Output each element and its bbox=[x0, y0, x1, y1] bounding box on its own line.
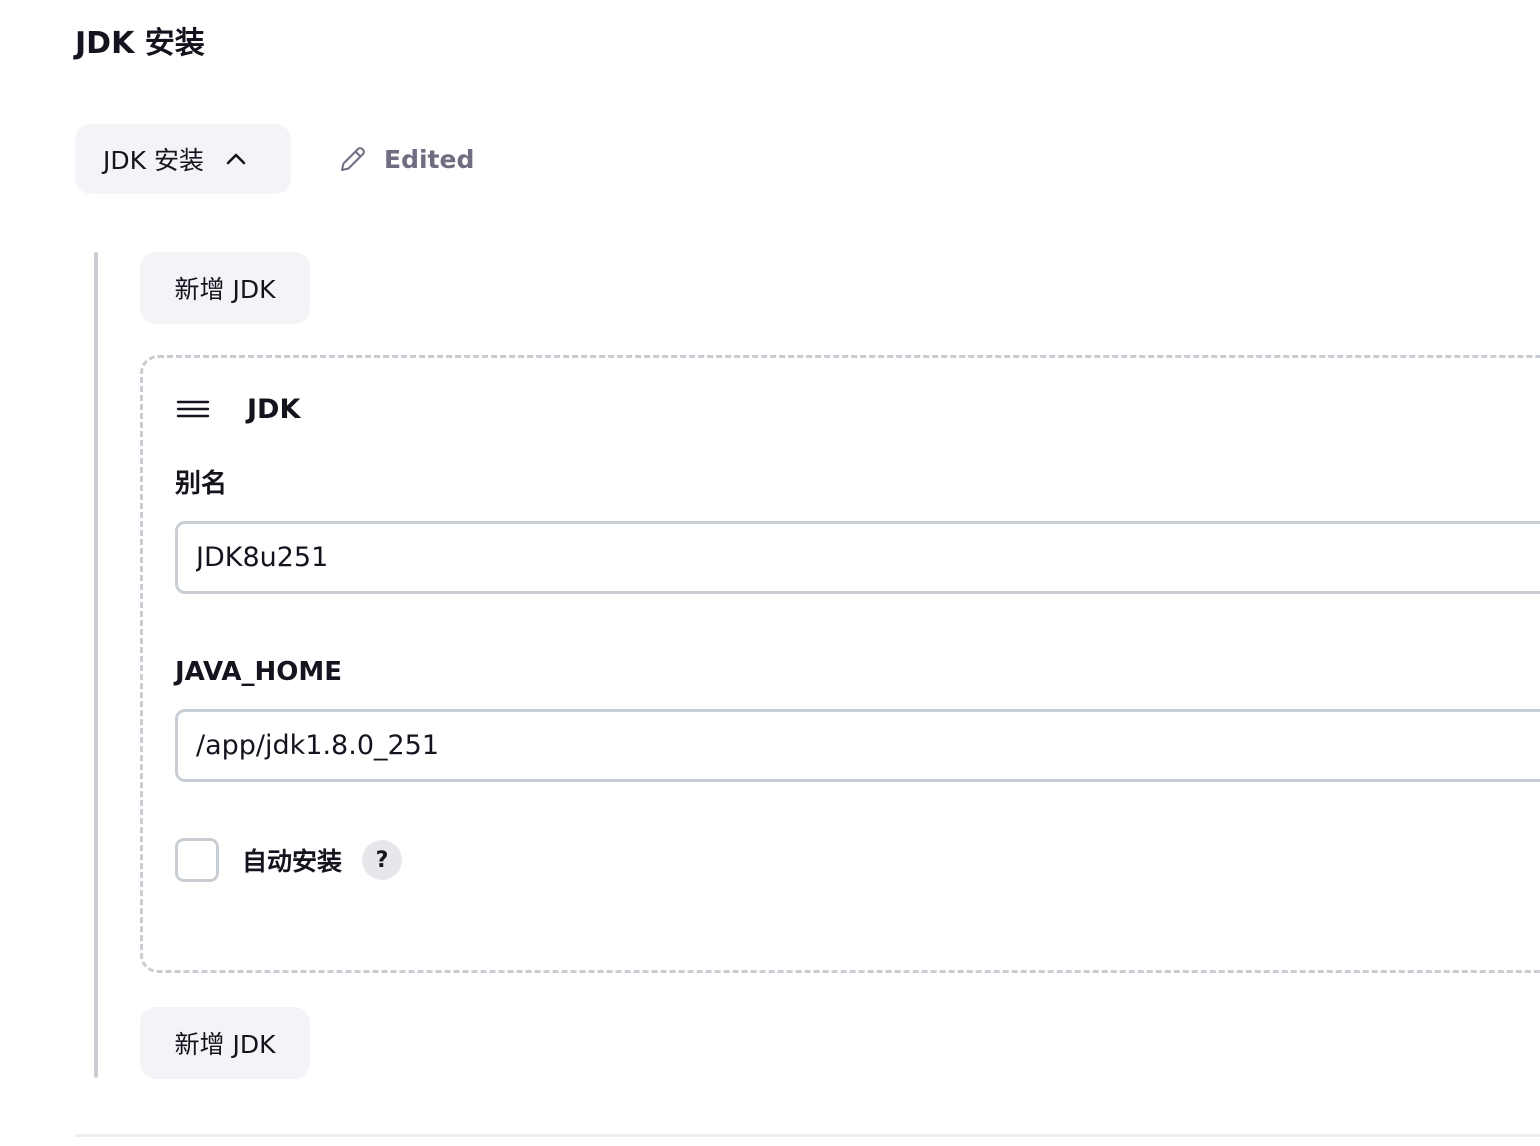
auto-install-checkbox[interactable] bbox=[175, 838, 219, 882]
drag-handle-icon[interactable] bbox=[176, 397, 210, 421]
jdk-item-title: JDK bbox=[247, 393, 301, 425]
toggle-label: JDK 安装 bbox=[103, 146, 204, 175]
section-title: JDK 安装 bbox=[75, 26, 205, 61]
jdk-installations-toggle-button[interactable]: JDK 安装 bbox=[75, 124, 291, 194]
jdk-item-header: JDK bbox=[176, 388, 300, 430]
alias-label: 别名 bbox=[175, 469, 228, 499]
add-jdk-button-top[interactable]: 新增 JDK bbox=[140, 252, 310, 324]
chevron-up-icon bbox=[226, 153, 246, 165]
section-rail bbox=[94, 252, 98, 1078]
add-jdk-button-bottom[interactable]: 新增 JDK bbox=[140, 1007, 310, 1079]
section-divider bbox=[75, 1134, 1540, 1137]
java-home-label: JAVA_HOME bbox=[175, 657, 343, 687]
jdk-installations-page: JDK 安装 JDK 安装 Edited 新增 JDK JDK 别名 JDK8u… bbox=[0, 0, 1540, 1146]
auto-install-label[interactable]: 自动安装 bbox=[242, 842, 342, 878]
alias-input[interactable] bbox=[175, 521, 1540, 594]
edited-label: Edited bbox=[384, 144, 475, 174]
edited-indicator: Edited bbox=[338, 140, 474, 178]
pencil-icon bbox=[338, 144, 368, 174]
java-home-input[interactable] bbox=[175, 709, 1540, 782]
auto-install-row: 自动安装 ? bbox=[175, 838, 403, 882]
help-icon[interactable]: ? bbox=[362, 840, 403, 880]
